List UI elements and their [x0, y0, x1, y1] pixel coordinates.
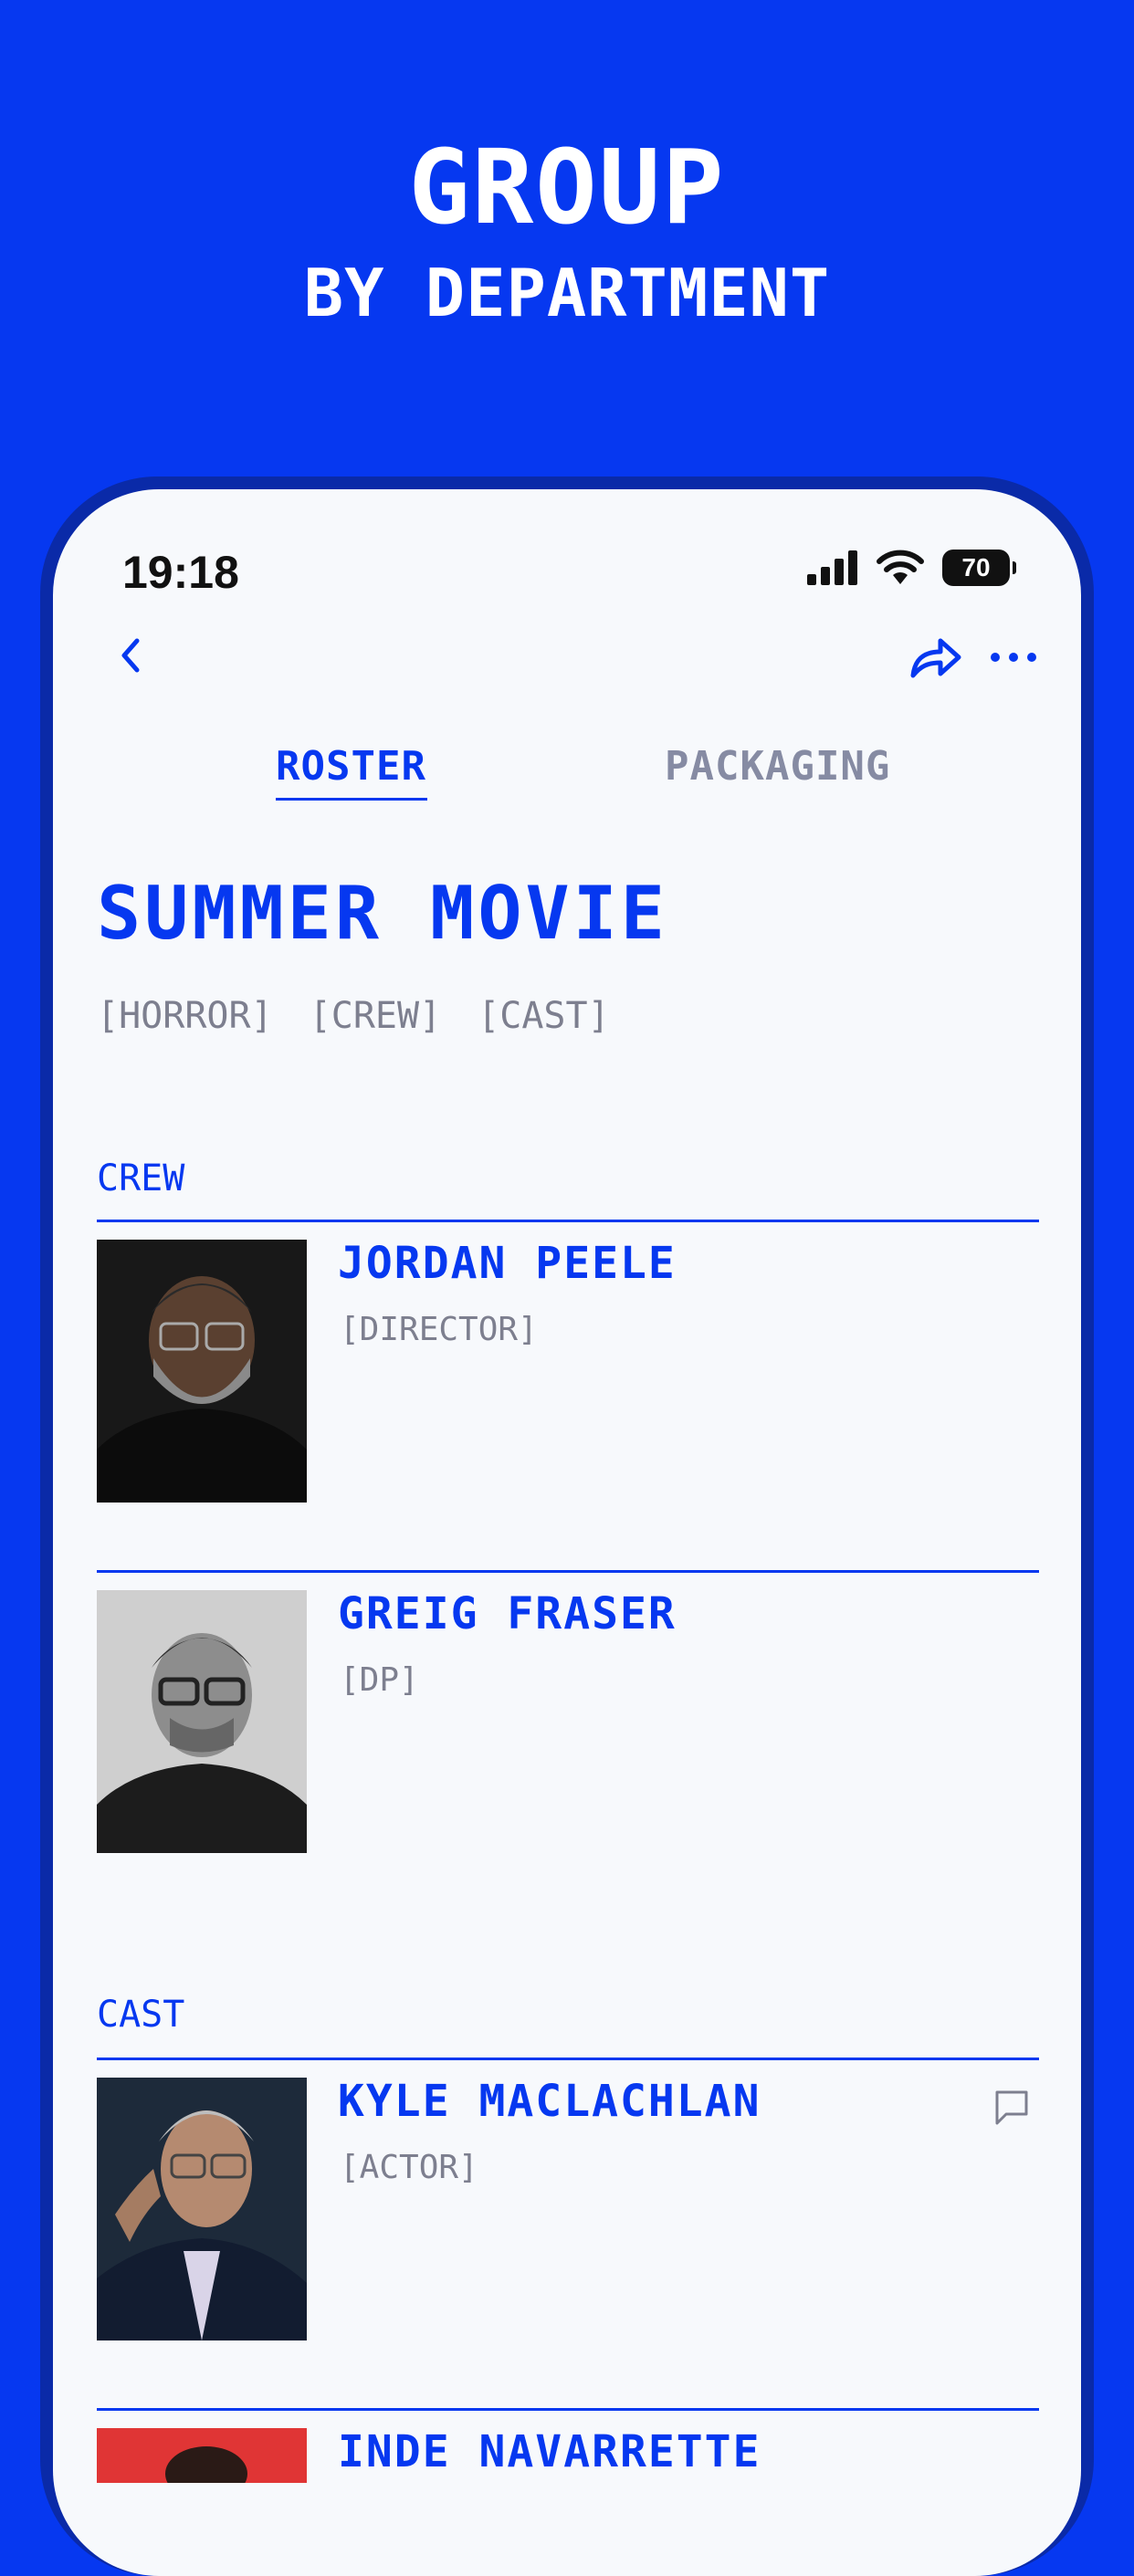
more-icon[interactable] [988, 639, 1039, 675]
tab-packaging[interactable]: PACKAGING [665, 743, 890, 790]
portrait-photo [97, 1240, 307, 1503]
portrait-photo [97, 2078, 307, 2340]
signal-icon [807, 550, 857, 585]
portrait-photo [97, 2428, 307, 2483]
avatar[interactable] [97, 1590, 307, 1853]
person-name[interactable]: INDE NAVARRETTE [338, 2426, 761, 2477]
active-tab-underline [276, 798, 427, 801]
person-name[interactable]: KYLE MACLACHLAN [338, 2076, 761, 2127]
portrait-photo [97, 1590, 307, 1853]
tag-cast[interactable]: [CAST] [478, 995, 610, 1037]
phone-frame: 19:18 70 ROSTER PACKAGING SUMMER MOVIE [… [40, 476, 1094, 2576]
person-role: [DP] [340, 1661, 419, 1699]
status-time: 19:18 [122, 547, 239, 598]
divider [97, 2058, 1039, 2060]
tab-roster[interactable]: ROSTER [276, 743, 426, 790]
app-screen: 19:18 70 ROSTER PACKAGING SUMMER MOVIE [… [53, 489, 1081, 2576]
person-name[interactable]: GREIG FRASER [338, 1588, 677, 1639]
tag-horror[interactable]: [HORROR] [97, 995, 273, 1037]
chevron-left-icon[interactable] [110, 634, 153, 677]
person-name[interactable]: JORDAN PEELE [338, 1238, 677, 1289]
share-icon[interactable] [908, 632, 962, 683]
status-icons: 70 [807, 548, 1016, 588]
avatar[interactable] [97, 2428, 307, 2483]
page-title: SUMMER MOVIE [97, 871, 668, 956]
section-heading-cast: CAST [97, 1994, 185, 2036]
divider [97, 1220, 1039, 1222]
divider [97, 1570, 1039, 1573]
section-heading-crew: CREW [97, 1157, 185, 1199]
battery-indicator: 70 [942, 550, 1016, 586]
person-role: [ACTOR] [340, 2149, 478, 2186]
person-role: [DIRECTOR] [340, 1311, 538, 1348]
hero-title: GROUP [408, 129, 726, 247]
hero-subtitle: BY DEPARTMENT [303, 255, 831, 331]
avatar[interactable] [97, 2078, 307, 2340]
tag-crew[interactable]: [CREW] [310, 995, 442, 1037]
avatar[interactable] [97, 1240, 307, 1503]
divider [97, 2408, 1039, 2411]
wifi-icon [877, 550, 924, 584]
comment-icon[interactable] [992, 2087, 1032, 2127]
tag-list: [HORROR] [CREW] [CAST] [97, 995, 610, 1037]
